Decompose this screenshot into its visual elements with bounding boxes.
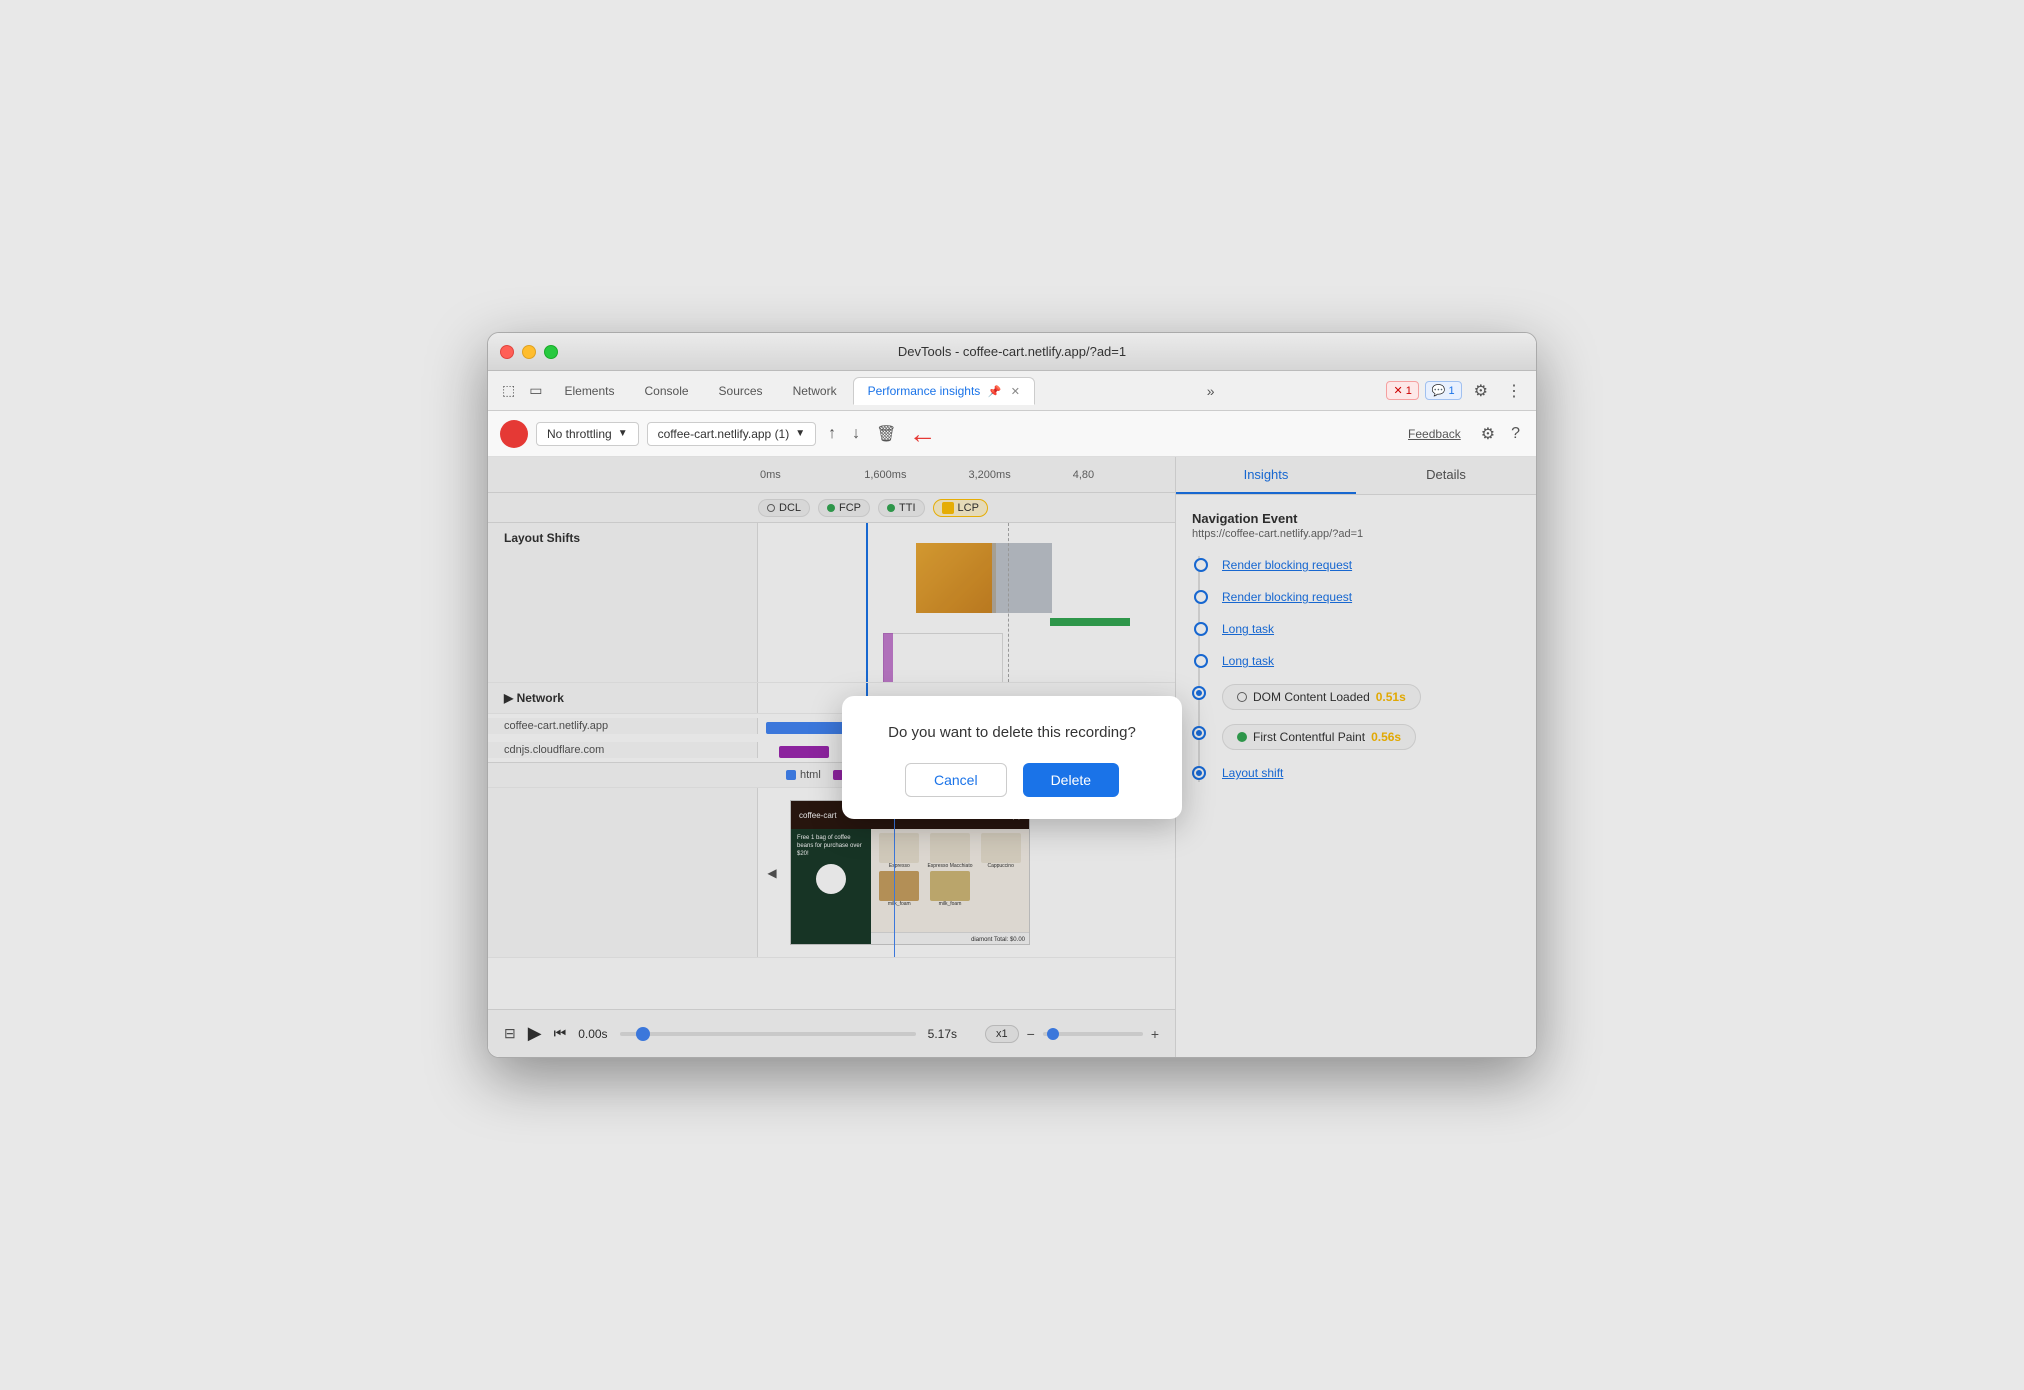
upload-icon[interactable]: ↑ bbox=[824, 421, 840, 447]
tab-console[interactable]: Console bbox=[631, 378, 703, 404]
titlebar: DevTools - coffee-cart.netlify.app/?ad=1 bbox=[488, 333, 1536, 371]
main-content: 0ms 1,600ms 3,200ms 4,80 DCL FCP TTI bbox=[488, 457, 1536, 1057]
delete-dialog: Do you want to delete this recording? Ca… bbox=[842, 696, 1182, 819]
dialog-message: Do you want to delete this recording? bbox=[874, 724, 1150, 741]
download-icon[interactable]: ↓ bbox=[848, 421, 864, 447]
message-icon: 💬 bbox=[1432, 384, 1446, 397]
tab-badges: ✕ 1 💬 1 ⚙ ⋮ bbox=[1386, 377, 1528, 405]
delete-recording-button[interactable]: 🗑 bbox=[872, 420, 900, 448]
minimize-button[interactable] bbox=[522, 345, 536, 359]
tab-performance-insights[interactable]: Performance insights 📌 ✕ bbox=[853, 377, 1035, 405]
tab-elements[interactable]: Elements bbox=[550, 378, 628, 404]
toolbar: No throttling ▼ coffee-cart.netlify.app … bbox=[488, 411, 1536, 457]
record-button[interactable] bbox=[500, 420, 528, 448]
chevron-down-icon: ▼ bbox=[618, 428, 628, 439]
toolbar-actions: ↑ ↓ 🗑 ← bbox=[824, 418, 936, 450]
error-icon: ✕ bbox=[1393, 384, 1402, 397]
menu-button[interactable]: ⋮ bbox=[1500, 377, 1528, 405]
help-icon[interactable]: ? bbox=[1507, 421, 1524, 447]
window-controls bbox=[500, 345, 558, 359]
devtools-window: DevTools - coffee-cart.netlify.app/?ad=1… bbox=[487, 332, 1537, 1058]
delete-button[interactable]: Delete bbox=[1023, 763, 1119, 797]
tab-network[interactable]: Network bbox=[779, 378, 851, 404]
dialog-overlay: Do you want to delete this recording? Ca… bbox=[488, 457, 1536, 1057]
chevron-down-icon: ▼ bbox=[795, 428, 805, 439]
error-badge[interactable]: ✕ 1 bbox=[1386, 381, 1418, 400]
cursor-icon[interactable]: ⬚ bbox=[496, 378, 521, 403]
tab-close-icon[interactable]: ✕ bbox=[1011, 386, 1020, 398]
feedback-link[interactable]: Feedback bbox=[1408, 427, 1461, 441]
maximize-button[interactable] bbox=[544, 345, 558, 359]
throttle-dropdown[interactable]: No throttling ▼ bbox=[536, 422, 639, 446]
url-dropdown[interactable]: coffee-cart.netlify.app (1) ▼ bbox=[647, 422, 817, 446]
more-tabs-button[interactable]: » bbox=[1201, 379, 1221, 403]
settings-icon[interactable]: ⚙ bbox=[1477, 420, 1499, 448]
tabbar: ⬚ ▭ Elements Console Sources Network Per… bbox=[488, 371, 1536, 411]
tab-sources[interactable]: Sources bbox=[705, 378, 777, 404]
cancel-button[interactable]: Cancel bbox=[905, 763, 1007, 797]
settings-button[interactable]: ⚙ bbox=[1468, 377, 1494, 405]
delete-arrow-indicator: ← bbox=[908, 418, 936, 450]
device-icon[interactable]: ▭ bbox=[523, 378, 548, 403]
window-title: DevTools - coffee-cart.netlify.app/?ad=1 bbox=[898, 344, 1126, 359]
message-badge[interactable]: 💬 1 bbox=[1425, 381, 1462, 400]
close-button[interactable] bbox=[500, 345, 514, 359]
dialog-buttons: Cancel Delete bbox=[874, 763, 1150, 797]
